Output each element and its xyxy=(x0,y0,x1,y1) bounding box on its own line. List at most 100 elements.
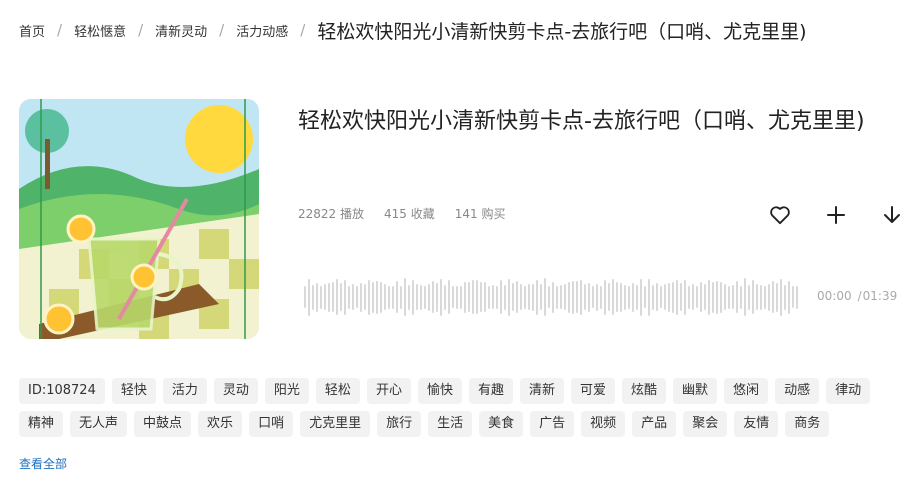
tag-chip[interactable]: 阳光 xyxy=(264,378,309,404)
waveform-bar xyxy=(352,284,354,310)
waveform-bar xyxy=(388,285,390,309)
add-button[interactable] xyxy=(822,201,850,229)
waveform-bar xyxy=(328,282,330,312)
tag-chip[interactable]: 美食 xyxy=(479,411,524,437)
tag-chip[interactable]: 可爱 xyxy=(571,378,616,404)
waveform-bar xyxy=(464,281,466,313)
waveform-bar xyxy=(496,285,498,309)
tag-chip[interactable]: 开心 xyxy=(366,378,411,404)
tag-chip[interactable]: 轻松 xyxy=(315,378,360,404)
waveform-bar xyxy=(356,286,358,308)
waveform-bar xyxy=(588,282,590,312)
waveform-bar xyxy=(392,285,394,309)
tag-chip[interactable]: 旅行 xyxy=(377,411,422,437)
tag-chip[interactable]: 中鼓点 xyxy=(134,411,192,437)
waveform-bar xyxy=(384,284,386,310)
tag-chip[interactable]: 友情 xyxy=(734,411,779,437)
waveform-bar xyxy=(440,278,442,316)
tag-chip[interactable]: 活力 xyxy=(162,378,207,404)
waveform-bar xyxy=(784,284,786,310)
waveform-bar xyxy=(332,282,334,312)
waveform-bar xyxy=(348,285,350,309)
waveform-bar xyxy=(748,284,750,310)
waveform-bar xyxy=(432,281,434,313)
waveform-bar xyxy=(592,286,594,308)
waveform-bar xyxy=(760,284,762,310)
tag-chip[interactable]: 广告 xyxy=(530,411,575,437)
tag-chip[interactable]: 无人声 xyxy=(70,411,128,437)
tag-chip[interactable]: 商务 xyxy=(785,411,830,437)
waveform-bar xyxy=(548,286,550,308)
tag-chip[interactable]: 产品 xyxy=(632,411,677,437)
waveform-bar xyxy=(380,281,382,313)
waveform-bar xyxy=(528,284,530,310)
tag-chip[interactable]: 愉快 xyxy=(417,378,462,404)
waveform-bar xyxy=(776,282,778,312)
tag-chip[interactable]: 口哨 xyxy=(249,411,294,437)
tag-chip[interactable]: 动感 xyxy=(775,378,820,404)
waveform-bar xyxy=(792,286,794,308)
tag-chip[interactable]: 生活 xyxy=(428,411,473,437)
waveform-bar xyxy=(456,285,458,309)
tag-chip[interactable]: 清新 xyxy=(519,378,564,404)
tag-chip[interactable]: 灵动 xyxy=(213,378,258,404)
tag-chip[interactable]: 尤克里里 xyxy=(300,411,371,437)
waveform-bar xyxy=(560,285,562,309)
tag-chip[interactable]: 轻快 xyxy=(111,378,156,404)
favorite-count: 415 收藏 xyxy=(384,207,435,221)
waveform-bar xyxy=(708,279,710,315)
waveform-bar xyxy=(368,279,370,315)
breadcrumb-home[interactable]: 首页 xyxy=(19,21,45,40)
tag-chip[interactable]: 幽默 xyxy=(673,378,718,404)
waveform-bar xyxy=(796,285,798,309)
waveform-bar xyxy=(608,283,610,311)
breadcrumb-relaxed[interactable]: 轻松惬意 xyxy=(74,21,126,40)
arrow-down-icon xyxy=(884,206,900,223)
waveform-bar xyxy=(448,280,450,314)
waveform-bar xyxy=(536,279,538,315)
waveform-bar xyxy=(624,284,626,310)
waveform-bar xyxy=(788,280,790,314)
breadcrumb-dynamic[interactable]: 活力动感 xyxy=(236,21,288,40)
cover-image[interactable] xyxy=(19,99,259,339)
waveform-bar xyxy=(752,280,754,314)
waveform[interactable] xyxy=(304,277,802,317)
view-all-link[interactable]: 查看全部 xyxy=(19,455,67,472)
tag-chip[interactable]: 欢乐 xyxy=(198,411,243,437)
waveform-bar xyxy=(400,285,402,309)
waveform-bar xyxy=(312,284,314,310)
waveform-bar xyxy=(604,279,606,315)
time-current: 00:00 xyxy=(817,289,852,303)
favorite-button[interactable] xyxy=(766,201,794,229)
waveform-bar xyxy=(444,284,446,310)
waveform-bar xyxy=(532,283,534,311)
breadcrumb-fresh[interactable]: 清新灵动 xyxy=(155,21,207,40)
waveform-bar xyxy=(320,285,322,309)
tag-chip[interactable]: 聚会 xyxy=(683,411,728,437)
waveform-bar xyxy=(564,284,566,310)
download-button[interactable] xyxy=(878,201,906,229)
tag-chip[interactable]: 有趣 xyxy=(468,378,513,404)
tag-chip[interactable]: 悠闲 xyxy=(724,378,769,404)
track-title: 轻松欢快阳光小清新快剪卡点-去旅行吧（口哨、尤克里里) xyxy=(298,109,865,134)
waveform-bar xyxy=(728,285,730,309)
waveform-bar xyxy=(772,281,774,313)
tag-chip[interactable]: ID:108724 xyxy=(19,378,105,404)
tag-chip[interactable]: 律动 xyxy=(826,378,871,404)
waveform-bar xyxy=(660,286,662,308)
waveform-bar xyxy=(556,285,558,309)
waveform-bar xyxy=(484,282,486,312)
tag-chip[interactable]: 精神 xyxy=(19,411,64,437)
waveform-bar xyxy=(680,283,682,311)
waveform-bar xyxy=(304,286,306,308)
waveform-bar xyxy=(584,284,586,310)
waveform-bar xyxy=(700,282,702,312)
plus-icon xyxy=(827,206,845,224)
waveform-bar xyxy=(540,284,542,310)
tag-chip[interactable]: 炫酷 xyxy=(622,378,667,404)
waveform-bar xyxy=(668,282,670,312)
waveform-bar xyxy=(676,279,678,315)
waveform-bar xyxy=(416,284,418,310)
tag-chip[interactable]: 视频 xyxy=(581,411,626,437)
waveform-bar xyxy=(552,281,554,313)
